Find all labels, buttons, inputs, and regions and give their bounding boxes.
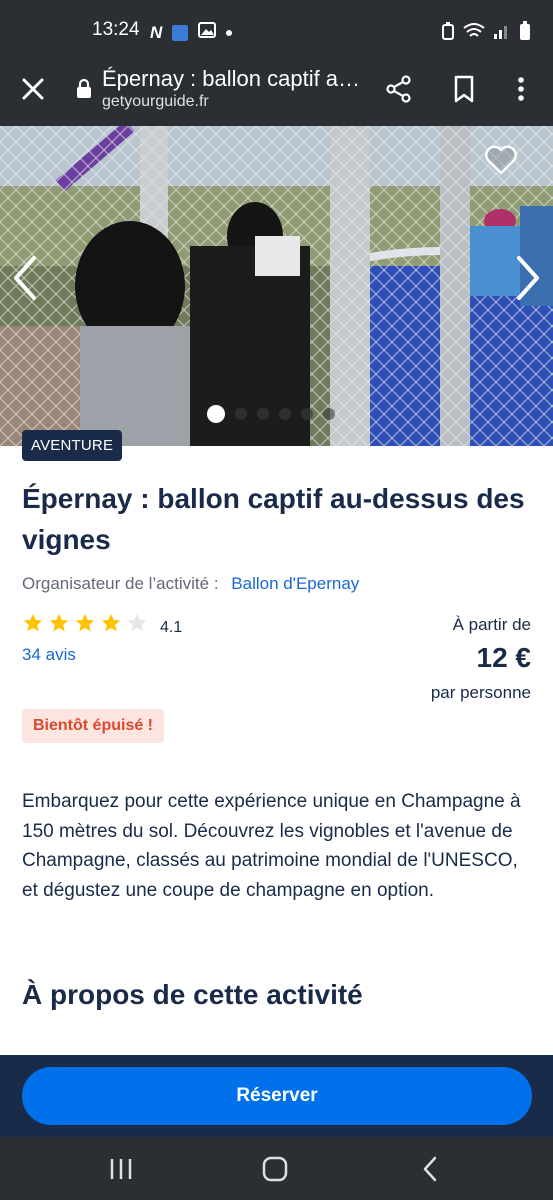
home-icon[interactable] — [260, 1155, 290, 1183]
lock-icon — [76, 78, 92, 98]
booking-bar: Réserver — [0, 1055, 553, 1137]
gallery-prev-icon[interactable] — [8, 254, 42, 302]
status-bar: 13:24 N — [0, 0, 553, 60]
availability-badge: Bientôt épuisé ! — [22, 709, 165, 743]
gallery-dot[interactable] — [257, 408, 269, 420]
reserve-button[interactable]: Réserver — [22, 1067, 532, 1125]
status-notification-icons: N — [150, 22, 233, 43]
gallery-dot[interactable] — [207, 405, 225, 423]
dot-icon — [226, 29, 233, 36]
back-icon[interactable] — [416, 1155, 446, 1183]
wishlist-heart-icon[interactable] — [484, 144, 518, 176]
close-icon[interactable] — [18, 74, 48, 104]
star-empty-icon — [127, 613, 147, 632]
battery-icon — [519, 21, 531, 46]
category-badge: AVENTURE — [22, 430, 123, 461]
recents-icon[interactable] — [106, 1155, 136, 1183]
bookmark-icon[interactable] — [451, 74, 477, 104]
price-value: 12 € — [476, 642, 532, 673]
star-icon — [75, 613, 95, 632]
gallery-next-icon[interactable] — [511, 254, 545, 302]
page-title: Épernay : ballon captif au-dessus des vi… — [102, 66, 364, 91]
activity-title: Épernay : ballon captif au-dessus des vi… — [22, 483, 525, 555]
system-navigation-bar — [0, 1137, 553, 1200]
netflix-icon: N — [150, 22, 163, 42]
wifi-icon — [463, 22, 485, 45]
gallery-dot[interactable] — [235, 408, 247, 420]
about-section-title: À propos de cette activité — [22, 979, 363, 1010]
share-icon[interactable] — [384, 74, 414, 104]
signal-icon — [493, 22, 511, 45]
star-icon — [23, 613, 43, 632]
price-from-label: À partir de — [452, 615, 531, 634]
folder-icon — [172, 24, 189, 41]
star-icon — [49, 613, 69, 632]
gallery-dot[interactable] — [323, 408, 335, 420]
organizer-link[interactable]: Ballon d'Epernay — [231, 574, 359, 593]
battery-saver-icon — [441, 22, 455, 45]
reviews-link[interactable]: 34 avis — [22, 645, 76, 665]
more-icon[interactable] — [508, 74, 534, 104]
star-icon — [101, 613, 121, 632]
gallery-dot[interactable] — [279, 408, 291, 420]
organizer-label: Organisateur de l’activité : — [22, 574, 219, 593]
gallery-photo — [0, 126, 553, 446]
activity-description: Embarquez pour cette expérience unique e… — [22, 791, 521, 901]
rating-value: 4.1 — [160, 619, 183, 636]
rating-stars — [22, 612, 148, 634]
price-unit: par personne — [430, 683, 531, 702]
organizer-line: Organisateur de l’activité : Ballon d'Ep… — [22, 574, 359, 594]
gallery-dot[interactable] — [301, 408, 313, 420]
photo-gallery[interactable] — [0, 126, 553, 446]
image-icon — [198, 22, 217, 43]
status-time: 13:24 — [92, 19, 140, 40]
browser-toolbar: Épernay : ballon captif au-dessus des vi… — [0, 60, 553, 126]
page-url: getyourguide.fr — [102, 93, 209, 110]
status-system-icons — [441, 21, 531, 46]
gallery-pagination — [207, 405, 335, 423]
